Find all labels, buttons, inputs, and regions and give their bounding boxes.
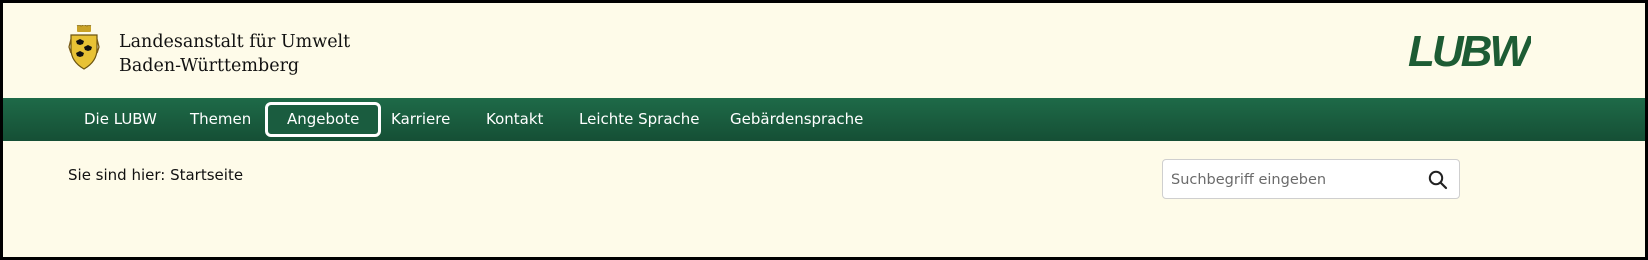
search-box (1162, 159, 1460, 199)
site-header: Landesanstalt für Umwelt Baden-Württembe… (3, 3, 1645, 98)
nav-item-gebaerdensprache[interactable]: Gebärdensprache (730, 98, 863, 141)
organization-name[interactable]: Landesanstalt für Umwelt Baden-Württembe… (119, 30, 350, 78)
page-frame: Landesanstalt für Umwelt Baden-Württembe… (0, 0, 1648, 260)
search-icon[interactable] (1427, 169, 1449, 191)
logo-text: LUBW (1408, 27, 1531, 71)
search-input[interactable] (1169, 168, 1423, 192)
main-navigation: Die LUBW Themen Angebote Karriere Kontak… (3, 98, 1645, 141)
nav-item-leichte-sprache[interactable]: Leichte Sprache (579, 98, 700, 141)
nav-item-karriere[interactable]: Karriere (391, 98, 450, 141)
nav-item-angebote[interactable]: Angebote (265, 102, 382, 137)
breadcrumb: Sie sind hier: Startseite (68, 166, 244, 184)
nav-item-die-lubw[interactable]: Die LUBW (84, 98, 157, 141)
organization-name-line2: Baden-Württemberg (119, 56, 300, 76)
nav-item-kontakt[interactable]: Kontakt (486, 98, 543, 141)
organization-name-line1: Landesanstalt für Umwelt (119, 32, 351, 52)
nav-item-themen[interactable]: Themen (190, 98, 251, 141)
lubw-logo[interactable]: LUBW (1405, 25, 1531, 71)
coat-of-arms-icon (68, 25, 100, 70)
